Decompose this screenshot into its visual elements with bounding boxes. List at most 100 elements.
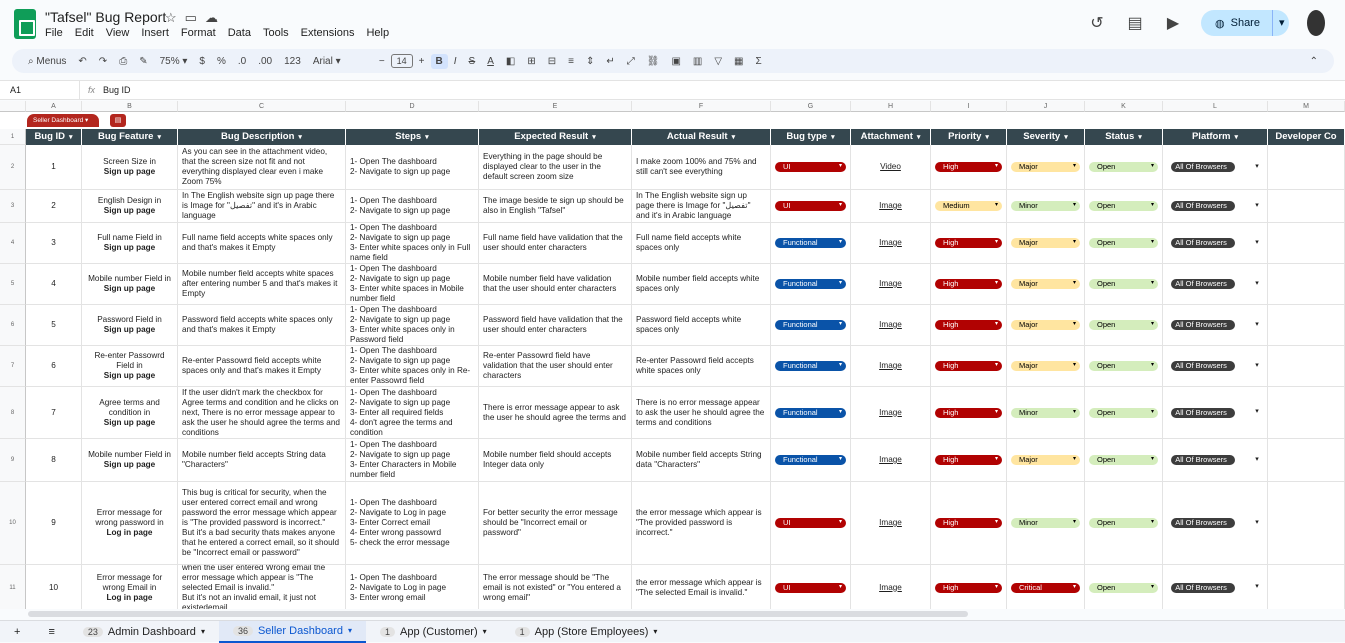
priority-dropdown-chip[interactable]: High ▾: [935, 407, 1002, 418]
attachment-link[interactable]: Image: [879, 518, 902, 528]
cell-priority[interactable]: High ▾: [931, 346, 1007, 387]
spreadsheet-grid[interactable]: A B C D E F G H I J K L M 1 Bug ID ▾ Bug Feature ▾ Bug Des…: [0, 101, 1345, 609]
attachment-link[interactable]: Image: [879, 361, 902, 371]
row-header[interactable]: 8: [0, 387, 26, 439]
row-header[interactable]: 4: [0, 223, 26, 264]
sheet-tab[interactable]: 36 Seller Dashboard ▾: [218, 620, 366, 643]
paint-format-icon[interactable]: ✎: [133, 56, 153, 67]
cell-status[interactable]: Open ▾: [1085, 482, 1163, 565]
menu-item-format[interactable]: Format: [181, 27, 216, 39]
status-dropdown-chip[interactable]: Open ▾: [1089, 407, 1158, 418]
priority-dropdown-chip[interactable]: High ▾: [935, 162, 1002, 172]
severity-dropdown-chip[interactable]: Major ▾: [1011, 279, 1080, 289]
cell-severity[interactable]: Minor ▾: [1007, 387, 1085, 439]
severity-dropdown-chip[interactable]: Major ▾: [1011, 238, 1080, 248]
sheet-tab[interactable]: 1 App (Store Employees) ▾: [501, 621, 672, 643]
cell-steps[interactable]: 1- Open The dashboard 2- Navigate to sig…: [346, 223, 479, 264]
cell-bug-id[interactable]: 8: [26, 439, 82, 482]
row-header[interactable]: 3: [0, 190, 26, 223]
header-filter-icon[interactable]: ▾: [985, 134, 989, 141]
column-header-l[interactable]: L: [1163, 101, 1268, 112]
menu-item-help[interactable]: Help: [366, 27, 389, 39]
chevron-down-icon[interactable]: ▾: [1255, 408, 1259, 417]
platform-dropdown-chip[interactable]: All Of Browsers: [1171, 201, 1236, 211]
column-header-c[interactable]: C: [178, 101, 346, 112]
platform-dropdown-chip[interactable]: All Of Browsers: [1171, 518, 1236, 528]
meet-icon[interactable]: ▶: [1163, 13, 1183, 33]
cell-steps[interactable]: 1- Open The dashboard 2- Navigate to sig…: [346, 305, 479, 346]
table-header-cell[interactable]: Priority ▾: [931, 129, 1007, 145]
cell-actual-result[interactable]: I make zoom 100% and 75% and still can't…: [632, 145, 771, 190]
cell-bug-id[interactable]: 9: [26, 482, 82, 565]
currency-button[interactable]: $: [193, 56, 211, 67]
zoom-select[interactable]: 75% ▾: [154, 56, 194, 67]
column-header-b[interactable]: B: [82, 101, 178, 112]
cell-developer-comment[interactable]: [1268, 439, 1345, 482]
cell-bug-feature[interactable]: Error message for wrong password in Log i…: [82, 482, 178, 565]
collapse-toolbar-icon[interactable]: ⌃: [1304, 56, 1324, 67]
chevron-down-icon[interactable]: ▾: [1255, 280, 1259, 289]
header-filter-icon[interactable]: ▾: [917, 134, 921, 141]
cell-platform[interactable]: All Of Browsers ▾: [1163, 439, 1268, 482]
cell-type[interactable]: UI ▾: [771, 565, 851, 609]
cell-reference[interactable]: A1: [0, 81, 80, 99]
cell-bug-id[interactable]: 5: [26, 305, 82, 346]
cell-steps[interactable]: 1- Open The dashboard 2- Navigate to sig…: [346, 264, 479, 305]
cell-type[interactable]: UI ▾: [771, 482, 851, 565]
decrease-decimal-button[interactable]: .0: [232, 56, 252, 67]
cell-platform[interactable]: All Of Browsers ▾: [1163, 305, 1268, 346]
severity-dropdown-chip[interactable]: Critical ▾: [1011, 582, 1080, 593]
table-header-cell[interactable]: Bug Feature ▾: [82, 129, 178, 145]
cell-status[interactable]: Open ▾: [1085, 145, 1163, 190]
cell-steps[interactable]: 1- Open The dashboard 2- Navigate to sig…: [346, 346, 479, 387]
sheet-tab[interactable]: 1 App (Customer) ▾: [366, 621, 501, 643]
cell-steps[interactable]: 1- Open The dashboard 2- Navigate to Log…: [346, 482, 479, 565]
cell-platform[interactable]: All Of Browsers ▾: [1163, 264, 1268, 305]
cell-developer-comment[interactable]: [1268, 305, 1345, 346]
header-filter-icon[interactable]: ▾: [298, 134, 302, 141]
type-dropdown-chip[interactable]: UI ▾: [775, 582, 846, 593]
cell-severity[interactable]: Major ▾: [1007, 305, 1085, 346]
select-all-corner[interactable]: [0, 101, 26, 112]
cell-expected-result[interactable]: Mobile number field should accepts Integ…: [479, 439, 632, 482]
cell-type[interactable]: UI ▾: [771, 145, 851, 190]
increase-decimal-button[interactable]: .00: [252, 56, 278, 67]
type-dropdown-chip[interactable]: Functional ▾: [775, 455, 846, 465]
cell-type[interactable]: UI ▾: [771, 190, 851, 223]
cell-platform[interactable]: All Of Browsers ▾: [1163, 387, 1268, 439]
column-header-f[interactable]: F: [632, 101, 771, 112]
cell-steps[interactable]: 1- Open The dashboard 2- Navigate to Log…: [346, 565, 479, 609]
align-icon[interactable]: ≡: [562, 56, 580, 67]
link-icon[interactable]: ⛓: [641, 56, 666, 67]
status-dropdown-chip[interactable]: Open ▾: [1089, 238, 1158, 248]
cell-actual-result[interactable]: There is no error message appear to ask …: [632, 387, 771, 439]
cell-actual-result[interactable]: In The English website sign up page ther…: [632, 190, 771, 223]
chevron-down-icon[interactable]: ▾: [1255, 456, 1259, 465]
attachment-link[interactable]: Image: [879, 201, 902, 211]
cell-attachment[interactable]: Image: [851, 305, 931, 346]
menu-item-insert[interactable]: Insert: [141, 27, 169, 39]
chevron-down-icon[interactable]: ▾: [483, 627, 487, 636]
priority-dropdown-chip[interactable]: High ▾: [935, 582, 1002, 593]
platform-dropdown-chip[interactable]: All Of Browsers: [1171, 238, 1236, 248]
cell-bug-feature[interactable]: Full name Field in Sign up page: [82, 223, 178, 264]
header-filter-icon[interactable]: ▾: [1138, 134, 1142, 141]
all-sheets-icon[interactable]: ≡: [34, 621, 68, 643]
cell-bug-id[interactable]: 4: [26, 264, 82, 305]
cell-bug-feature[interactable]: Error message for wrong Email in Log in p…: [82, 565, 178, 609]
cell-bug-description[interactable]: If the user didn't mark the checkbox for…: [178, 387, 346, 439]
cell-priority[interactable]: High ▾: [931, 439, 1007, 482]
font-size-decrease-icon[interactable]: −: [373, 56, 391, 67]
status-dropdown-chip[interactable]: Open ▾: [1089, 320, 1158, 330]
cell-bug-description[interactable]: Full name field accepts white spaces onl…: [178, 223, 346, 264]
column-header-h[interactable]: H: [851, 101, 931, 112]
cell-severity[interactable]: Major ▾: [1007, 223, 1085, 264]
cell-developer-comment[interactable]: [1268, 482, 1345, 565]
table-header-cell[interactable]: Expected Result ▾: [479, 129, 632, 145]
cell-developer-comment[interactable]: [1268, 145, 1345, 190]
severity-dropdown-chip[interactable]: Major ▾: [1011, 455, 1080, 465]
cell-expected-result[interactable]: There is error message appear to ask the…: [479, 387, 632, 439]
cloud-icon[interactable]: ☁: [205, 10, 226, 25]
cell-status[interactable]: Open ▾: [1085, 387, 1163, 439]
cell-bug-feature[interactable]: English Design in Sign up page: [82, 190, 178, 223]
